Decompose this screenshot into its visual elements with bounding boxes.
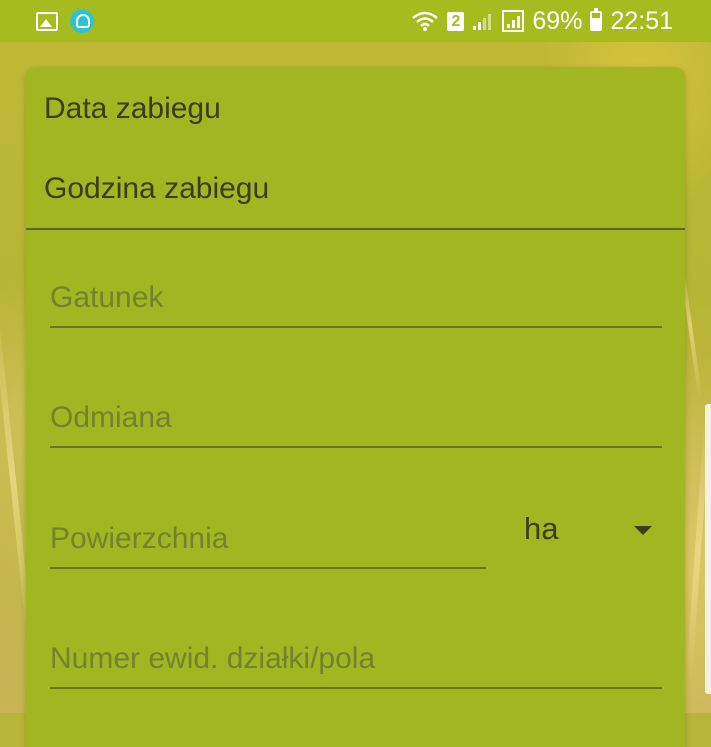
status-right-icons: 2 69% 22:51 (411, 7, 711, 36)
battery-icon (590, 8, 603, 31)
treatment-form-card: Data zabiegu Godzina zabiegu Gatunek Odm… (26, 67, 685, 747)
powierzchnia-underline (50, 567, 486, 569)
unit-dropdown[interactable]: ha (524, 511, 664, 555)
data-zabiegu-field[interactable]: Data zabiegu (44, 92, 221, 126)
godzina-zabiegu-field[interactable]: Godzina zabiegu (44, 172, 269, 206)
section-divider (26, 228, 685, 230)
gatunek-placeholder: Gatunek (50, 281, 164, 314)
unit-selected-value: ha (524, 511, 559, 546)
edge-scroll-handle[interactable] (705, 404, 711, 694)
numer-ewid-placeholder: Numer ewid. działki/pola (50, 642, 376, 675)
signal-icon (472, 11, 494, 31)
powierzchnia-placeholder: Powierzchnia (50, 522, 229, 555)
sim2-badge-icon: 2 (447, 11, 465, 31)
battery-percent: 69% (532, 6, 583, 35)
dropdown-arrow-icon (634, 526, 652, 535)
status-left-icons (0, 9, 94, 33)
gallery-icon (36, 11, 58, 31)
gatunek-input[interactable]: Gatunek (50, 267, 662, 329)
status-bar: 2 69% 22:51 (0, 0, 711, 42)
odmiana-input[interactable]: Odmiana (50, 387, 662, 449)
odmiana-underline (50, 446, 662, 448)
odmiana-placeholder: Odmiana (50, 401, 172, 434)
signal-icon-2 (502, 10, 525, 32)
wifi-icon (411, 10, 439, 32)
powierzchnia-input[interactable]: Powierzchnia (50, 508, 486, 570)
gatunek-underline (50, 326, 662, 328)
numer-ewid-underline (50, 687, 662, 689)
clock-time: 22:51 (610, 6, 673, 35)
cloud-notification-icon (70, 9, 94, 33)
numer-ewid-input[interactable]: Numer ewid. działki/pola (50, 628, 662, 690)
